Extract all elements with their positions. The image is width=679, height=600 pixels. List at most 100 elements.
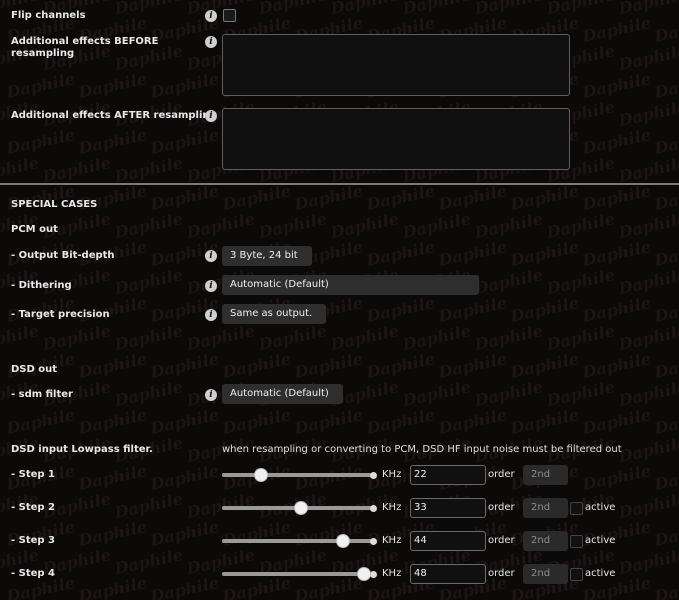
bit-depth-label: - Output Bit-depth xyxy=(11,250,115,261)
watermark-text: Daphile xyxy=(4,68,77,103)
section-divider xyxy=(0,183,679,185)
step-frequency-input[interactable]: 48 xyxy=(410,564,486,584)
info-icon[interactable]: i xyxy=(205,10,217,22)
watermark-text: Daphile xyxy=(292,348,365,383)
watermark-text: Daphile xyxy=(652,180,679,215)
khz-unit: KHz xyxy=(382,502,402,513)
step-frequency-input[interactable]: 22 xyxy=(410,465,486,485)
dithering-select[interactable]: Automatic (Default) xyxy=(222,275,479,295)
step-label: - Step 1 xyxy=(11,469,55,480)
step-order-select[interactable]: 2nd xyxy=(523,465,568,485)
step-slider-thumb[interactable] xyxy=(253,468,268,482)
watermark-text: Daphile xyxy=(76,348,149,383)
watermark-text: Daphile xyxy=(292,516,365,551)
order-label: order xyxy=(488,568,515,579)
effects-after-textarea[interactable] xyxy=(222,108,570,170)
watermark-text: Daphile xyxy=(652,292,679,327)
watermark-text: Daphile xyxy=(436,404,509,439)
order-label: order xyxy=(488,535,515,546)
lowpass-heading: DSD input Lowpass filter. xyxy=(11,444,153,455)
info-icon[interactable]: i xyxy=(205,36,217,48)
watermark-text: Daphile xyxy=(508,236,581,271)
watermark-text: Daphile xyxy=(112,264,185,299)
watermark-text: Daphile xyxy=(76,516,149,551)
flip-channels-checkbox[interactable] xyxy=(223,9,236,22)
watermark-text: Daphile xyxy=(292,572,365,600)
watermark-text: Daphile xyxy=(328,208,401,243)
watermark-text: Daphile xyxy=(472,208,545,243)
watermark-text: Daphile xyxy=(220,572,293,600)
watermark-text: Daphile xyxy=(580,12,653,47)
watermark-text: Daphile xyxy=(40,320,113,355)
watermark-text: Daphile xyxy=(400,0,473,19)
watermark-text: Daphile xyxy=(400,376,473,411)
khz-unit: KHz xyxy=(382,535,402,546)
watermark-text: Daphile xyxy=(184,208,257,243)
watermark-text: Daphile xyxy=(616,40,679,75)
step-active-checkbox[interactable] xyxy=(570,502,583,515)
watermark-text: Daphile xyxy=(148,68,221,103)
watermark-text: Daphile xyxy=(472,376,545,411)
watermark-text: Daphile xyxy=(616,0,679,19)
step-slider-end xyxy=(370,537,377,545)
watermark-text: Daphile xyxy=(544,264,617,299)
active-label: active xyxy=(585,502,616,513)
step-slider-track[interactable] xyxy=(222,473,372,477)
step-order-select[interactable]: 2nd xyxy=(523,498,568,518)
info-icon[interactable]: i xyxy=(205,280,217,292)
info-icon[interactable]: i xyxy=(205,309,217,321)
step-slider-thumb[interactable] xyxy=(336,534,350,548)
watermark-text: Daphile xyxy=(112,152,185,187)
watermark-text: Daphile xyxy=(148,124,221,159)
step-frequency-input[interactable]: 44 xyxy=(410,531,486,551)
watermark-text: Daphile xyxy=(112,376,185,411)
watermark-text: Daphile xyxy=(292,180,365,215)
step-slider-end xyxy=(370,471,377,479)
step-order-select[interactable]: 2nd xyxy=(523,564,568,584)
watermark-text: Daphile xyxy=(436,292,509,327)
watermark-text: Daphile xyxy=(148,404,221,439)
watermark-text: Daphile xyxy=(616,488,679,523)
step-slider-thumb[interactable] xyxy=(294,501,308,515)
watermark-text: Daphile xyxy=(472,264,545,299)
watermark-text: Daphile xyxy=(112,0,185,19)
watermark-text: Daphile xyxy=(76,68,149,103)
effects-before-textarea[interactable] xyxy=(222,34,570,96)
sdm-filter-select[interactable]: Automatic (Default) xyxy=(222,384,343,404)
bit-depth-select[interactable]: 3 Byte, 24 bit xyxy=(222,246,312,266)
watermark-text: Daphile xyxy=(652,68,679,103)
step-label: - Step 2 xyxy=(11,502,55,513)
watermark-text: Daphile xyxy=(580,404,653,439)
watermark-text: Daphile xyxy=(364,236,437,271)
watermark-text: Daphile xyxy=(76,460,149,495)
info-icon[interactable]: i xyxy=(205,250,217,262)
step-order-select[interactable]: 2nd xyxy=(523,531,568,551)
watermark-text: Daphile xyxy=(184,320,257,355)
watermark-text: Daphile xyxy=(4,124,77,159)
watermark-text: Daphile xyxy=(616,152,679,187)
info-icon[interactable]: i xyxy=(205,389,217,401)
watermark-text: Daphile xyxy=(580,236,653,271)
step-slider-track[interactable] xyxy=(222,572,372,576)
step-frequency-input[interactable]: 33 xyxy=(410,498,486,518)
watermark-text: Daphile xyxy=(616,320,679,355)
watermark-text: Daphile xyxy=(616,96,679,131)
watermark-text: Daphile xyxy=(220,348,293,383)
effects-after-label: Additional effects AFTER resampling xyxy=(11,110,217,121)
watermark-text: Daphile xyxy=(652,460,679,495)
step-active-checkbox[interactable] xyxy=(570,568,583,581)
watermark-text: Daphile xyxy=(652,12,679,47)
effects-before-label-line1: Additional effects BEFORE xyxy=(11,36,159,47)
watermark-text: Daphile xyxy=(580,124,653,159)
watermark-text: Daphile xyxy=(580,180,653,215)
watermark-text: Daphile xyxy=(544,320,617,355)
step-slider-thumb[interactable] xyxy=(357,567,371,581)
watermark-text: Daphile xyxy=(472,320,545,355)
watermark-text: Daphile xyxy=(112,544,185,579)
watermark-text: Daphile xyxy=(652,236,679,271)
step-active-checkbox[interactable] xyxy=(570,535,583,548)
info-icon[interactable]: i xyxy=(205,110,217,122)
target-precision-select[interactable]: Same as output. xyxy=(222,304,326,324)
watermark-text: Daphile xyxy=(544,0,617,19)
flip-channels-label: Flip channels xyxy=(11,10,86,21)
